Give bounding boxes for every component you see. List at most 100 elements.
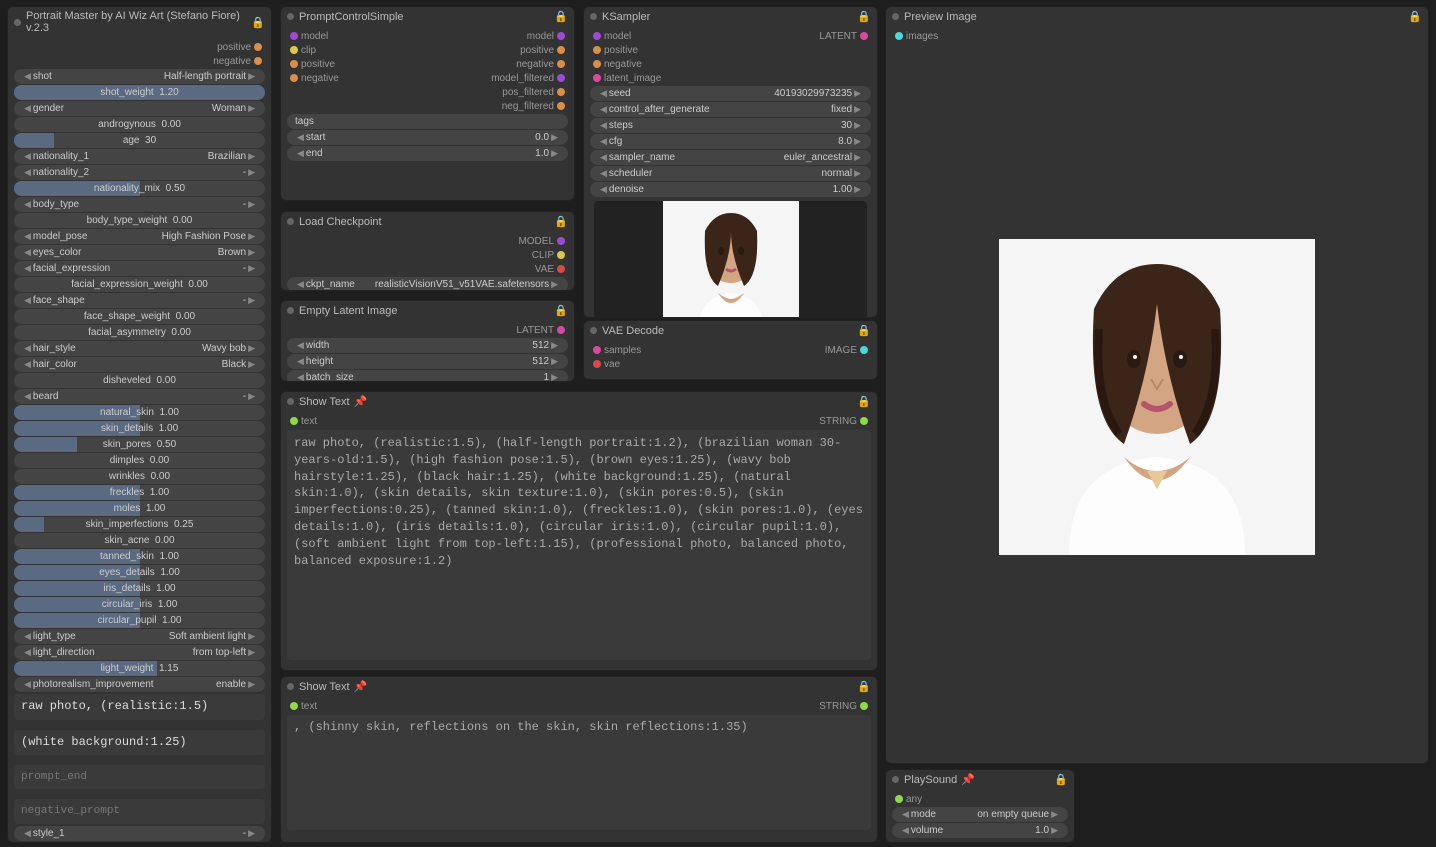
chevron-left-icon[interactable]: ◀ bbox=[22, 343, 33, 354]
beard-widget[interactable]: ◀beard-▶ bbox=[14, 389, 265, 404]
node-load-checkpoint[interactable]: Load Checkpoint🔒 MODEL CLIP VAE ◀ckpt_na… bbox=[280, 211, 575, 291]
output-pos-filtered[interactable] bbox=[557, 88, 565, 96]
skin_details-widget[interactable]: skin_details 1.00 bbox=[14, 421, 265, 436]
height-widget[interactable]: ◀height512▶ bbox=[287, 354, 568, 369]
output-model[interactable] bbox=[557, 237, 565, 245]
face_shape_weight-widget[interactable]: face_shape_weight 0.00 bbox=[14, 309, 265, 324]
output-positive[interactable] bbox=[254, 43, 262, 51]
prompt-start[interactable]: raw photo, (realistic:1.5) bbox=[14, 694, 265, 720]
chevron-left-icon[interactable]: ◀ bbox=[22, 71, 33, 82]
lock-icon[interactable]: 🔒 bbox=[251, 16, 265, 29]
output-positive[interactable] bbox=[557, 46, 565, 54]
input-negative[interactable] bbox=[593, 60, 601, 68]
hair_style-widget[interactable]: ◀hair_styleWavy bob▶ bbox=[14, 341, 265, 356]
chevron-left-icon[interactable]: ◀ bbox=[22, 167, 33, 178]
node-vae-decode[interactable]: VAE Decode🔒 samplesIMAGE vae bbox=[583, 320, 878, 380]
output-neg-filtered[interactable] bbox=[557, 102, 565, 110]
chevron-left-icon[interactable]: ◀ bbox=[22, 151, 33, 162]
collapse-icon[interactable] bbox=[287, 218, 294, 225]
wrinkles-widget[interactable]: wrinkles 0.00 bbox=[14, 469, 265, 484]
prompt-end[interactable]: prompt_end bbox=[14, 765, 265, 789]
androgynous-widget[interactable]: androgynous 0.00 bbox=[14, 117, 265, 132]
scheduler-widget[interactable]: ◀schedulernormal▶ bbox=[590, 166, 871, 181]
body_type_weight-widget[interactable]: body_type_weight 0.00 bbox=[14, 213, 265, 228]
input-positive[interactable] bbox=[290, 60, 298, 68]
input-latent[interactable] bbox=[593, 74, 601, 82]
width-widget[interactable]: ◀width512▶ bbox=[287, 338, 568, 353]
chevron-right-icon[interactable]: ▶ bbox=[246, 247, 257, 258]
chevron-left-icon[interactable]: ◀ bbox=[22, 359, 33, 370]
lock-icon[interactable]: 🔒 bbox=[554, 10, 568, 23]
lock-icon[interactable]: 🔒 bbox=[857, 395, 871, 408]
lock-icon[interactable]: 🔒 bbox=[554, 304, 568, 317]
light_type-widget[interactable]: ◀light_typeSoft ambient light▶ bbox=[14, 629, 265, 644]
lock-icon[interactable]: 🔒 bbox=[1408, 10, 1422, 23]
node-empty-latent[interactable]: Empty Latent Image🔒 LATENT ◀width512▶ ◀h… bbox=[280, 300, 575, 382]
collapse-icon[interactable] bbox=[287, 683, 294, 690]
node-header[interactable]: Empty Latent Image🔒 bbox=[281, 301, 574, 320]
output-string[interactable] bbox=[860, 702, 868, 710]
natural_skin-widget[interactable]: natural_skin 1.00 bbox=[14, 405, 265, 420]
collapse-icon[interactable] bbox=[892, 13, 899, 20]
input-any[interactable] bbox=[895, 795, 903, 803]
seed-widget[interactable]: ◀seed40193029973235▶ bbox=[590, 86, 871, 101]
collapse-icon[interactable] bbox=[14, 19, 21, 26]
moles-widget[interactable]: moles 1.00 bbox=[14, 501, 265, 516]
chevron-right-icon[interactable]: ▶ bbox=[246, 631, 257, 642]
end-widget[interactable]: ◀end1.0▶ bbox=[287, 146, 568, 161]
chevron-right-icon[interactable]: ▶ bbox=[246, 263, 257, 274]
chevron-left-icon[interactable]: ◀ bbox=[22, 231, 33, 242]
hair_color-widget[interactable]: ◀hair_colorBlack▶ bbox=[14, 357, 265, 372]
eyes_details-widget[interactable]: eyes_details 1.00 bbox=[14, 565, 265, 580]
facial_expression_weight-widget[interactable]: facial_expression_weight 0.00 bbox=[14, 277, 265, 292]
chevron-right-icon[interactable]: ▶ bbox=[246, 199, 257, 210]
skin_imperfections-widget[interactable]: skin_imperfections 0.25 bbox=[14, 517, 265, 532]
collapse-icon[interactable] bbox=[892, 776, 899, 783]
input-clip[interactable] bbox=[290, 46, 298, 54]
chevron-left-icon[interactable]: ◀ bbox=[22, 247, 33, 258]
lock-icon[interactable]: 🔒 bbox=[1054, 773, 1068, 786]
node-header[interactable]: Show Text📌🔒 bbox=[281, 392, 877, 411]
output-vae[interactable] bbox=[557, 265, 565, 273]
input-vae[interactable] bbox=[593, 360, 601, 368]
input-negative[interactable] bbox=[290, 74, 298, 82]
node-show-text-2[interactable]: Show Text📌🔒 textSTRING , (shinny skin, r… bbox=[280, 676, 878, 843]
chevron-left-icon[interactable]: ◀ bbox=[22, 828, 33, 839]
control-widget[interactable]: ◀control_after_generatefixed▶ bbox=[590, 102, 871, 117]
lock-icon[interactable]: 🔒 bbox=[554, 215, 568, 228]
iris_details-widget[interactable]: iris_details 1.00 bbox=[14, 581, 265, 596]
input-positive[interactable] bbox=[593, 46, 601, 54]
input-text[interactable] bbox=[290, 702, 298, 710]
node-header[interactable]: Preview Image🔒 bbox=[886, 7, 1428, 26]
tags-widget[interactable]: tags bbox=[287, 114, 568, 129]
eyes_color-widget[interactable]: ◀eyes_colorBrown▶ bbox=[14, 245, 265, 260]
node-portrait-master[interactable]: Portrait Master by AI Wiz Art (Stefano F… bbox=[7, 6, 272, 843]
node-header[interactable]: Load Checkpoint🔒 bbox=[281, 212, 574, 231]
chevron-right-icon[interactable]: ▶ bbox=[246, 295, 257, 306]
output-string[interactable] bbox=[860, 417, 868, 425]
input-text[interactable] bbox=[290, 417, 298, 425]
collapse-icon[interactable] bbox=[287, 398, 294, 405]
chevron-right-icon[interactable]: ▶ bbox=[246, 647, 257, 658]
node-prompt-control[interactable]: PromptControlSimple🔒 modelmodel clipposi… bbox=[280, 6, 575, 201]
collapse-icon[interactable] bbox=[287, 307, 294, 314]
chevron-right-icon[interactable]: ▶ bbox=[246, 71, 257, 82]
shot-widget[interactable]: ◀shotHalf-length portrait▶ bbox=[14, 69, 265, 84]
prompt-bg[interactable]: (white background:1.25) bbox=[14, 730, 265, 756]
node-preview-image[interactable]: Preview Image🔒 images bbox=[885, 6, 1429, 764]
show-text-content[interactable]: raw photo, (realistic:1.5), (half-length… bbox=[287, 430, 871, 660]
output-negative[interactable] bbox=[557, 60, 565, 68]
circular_pupil-widget[interactable]: circular_pupil 1.00 bbox=[14, 613, 265, 628]
chevron-left-icon[interactable]: ◀ bbox=[22, 199, 33, 210]
light_direction-widget[interactable]: ◀light_directionfrom top-left▶ bbox=[14, 645, 265, 660]
negative-prompt[interactable]: negative_prompt bbox=[14, 799, 265, 823]
light_weight-widget[interactable]: light_weight 1.15 bbox=[14, 661, 265, 676]
chevron-left-icon[interactable]: ◀ bbox=[22, 631, 33, 642]
node-header[interactable]: VAE Decode🔒 bbox=[584, 321, 877, 340]
batch-widget[interactable]: ◀batch_size1▶ bbox=[287, 370, 568, 382]
model_pose-widget[interactable]: ◀model_poseHigh Fashion Pose▶ bbox=[14, 229, 265, 244]
dimples-widget[interactable]: dimples 0.00 bbox=[14, 453, 265, 468]
face_shape-widget[interactable]: ◀face_shape-▶ bbox=[14, 293, 265, 308]
chevron-right-icon[interactable]: ▶ bbox=[246, 679, 257, 690]
gender-widget[interactable]: ◀genderWoman▶ bbox=[14, 101, 265, 116]
